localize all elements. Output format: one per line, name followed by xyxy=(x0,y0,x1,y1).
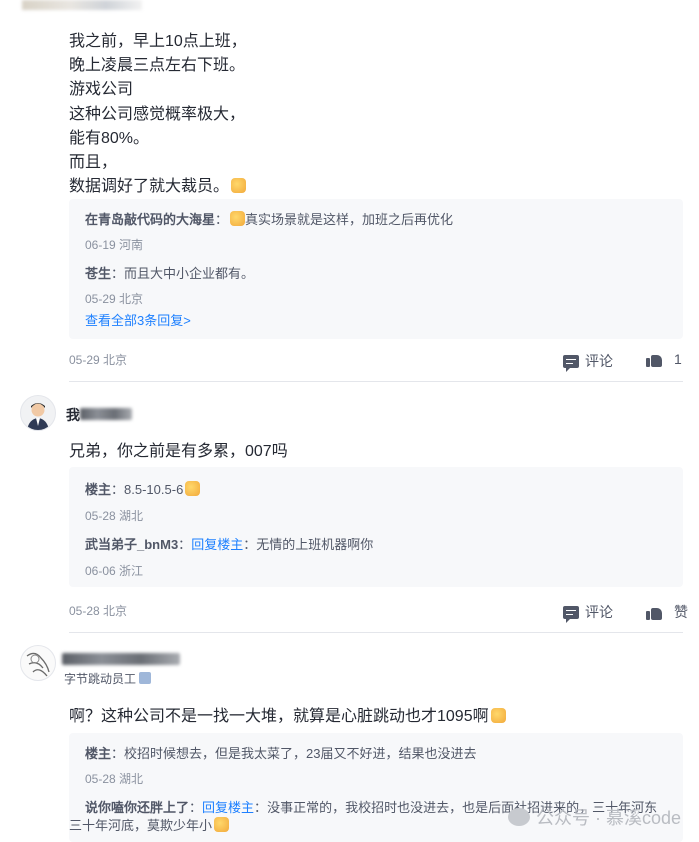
watermark: 公众号 · 慕溪code xyxy=(507,804,681,830)
reply-meta: 06-06 浙江 xyxy=(85,564,144,578)
emoji-icon xyxy=(214,817,230,832)
reply-text-continued: 三十年河底，莫欺少年小 xyxy=(69,818,213,833)
like-button[interactable]: 1 xyxy=(646,351,682,367)
comment-icon xyxy=(563,605,579,623)
like-icon xyxy=(646,352,662,367)
like-count: 1 xyxy=(674,351,682,367)
post-3-content: 啊？这种公司不是一找一大堆，就算是心脏跳动也才1095啊 xyxy=(69,702,506,726)
post-2-content: 兄弟，你之前是有多累，007吗 xyxy=(69,443,288,460)
post-1-line: 游戏公司 xyxy=(69,81,134,99)
reply-author[interactable]: 说你嗑你还胖上了 xyxy=(85,800,189,815)
post-meta: 05-29 北京 xyxy=(69,353,128,367)
reply-text: 而且大中小企业都有。 xyxy=(124,266,255,281)
avatar[interactable] xyxy=(20,395,56,431)
reply-text: 校招时候想去，但是我太菜了，23届又不好进，结果也没进去 xyxy=(124,746,477,761)
post-1-line-last: 数据调好了就大裁员。 xyxy=(69,175,247,199)
reply-item: 楼主：校招时候想去，但是我太菜了，23届又不好进，结果也没进去 xyxy=(85,746,477,761)
user-title-badge: 字节跳动员工 xyxy=(64,670,152,687)
divider xyxy=(69,381,683,382)
reply-author[interactable]: 楼主 xyxy=(85,746,111,761)
post-1-line: 能有80%。 xyxy=(69,129,150,147)
divider xyxy=(69,632,683,633)
post-1-line: 而且， xyxy=(69,154,118,172)
post-1-line: 这种公司感觉概率极大， xyxy=(69,105,246,123)
reply-author[interactable]: 在青岛敲代码的大海星 xyxy=(85,212,215,227)
reply-text: 无情的上班机器啊你 xyxy=(256,537,374,552)
reply-author[interactable]: 苍生 xyxy=(85,266,111,281)
comment-icon xyxy=(563,354,579,372)
reply-item-continued: 三十年河底，莫欺少年小 xyxy=(69,815,230,834)
verified-icon xyxy=(139,672,152,684)
reply-item: 楼主：8.5-10.5-6 xyxy=(85,479,201,498)
comment-button[interactable]: 评论 xyxy=(563,351,613,372)
blurred-username xyxy=(80,408,132,420)
reply-to-link[interactable]: 回复楼主 xyxy=(191,537,243,552)
reply-meta: 06-19 河南 xyxy=(85,238,144,252)
reply-meta: 05-28 湖北 xyxy=(85,509,144,523)
post-meta: 05-28 北京 xyxy=(69,604,128,618)
like-icon xyxy=(646,605,662,620)
emoji-icon xyxy=(185,481,201,496)
view-all-replies-link[interactable]: 查看全部3条回复> xyxy=(85,310,191,329)
wechat-icon xyxy=(507,808,530,826)
like-label: 赞 xyxy=(674,604,688,620)
reply-box-1: 在青岛敲代码的大海星： 真实场景就是这样，加班之后再优化 06-19 河南 苍生：… xyxy=(69,199,683,339)
blurred-username-top xyxy=(22,0,142,10)
username[interactable]: 我 xyxy=(66,405,80,425)
emoji-icon xyxy=(231,178,247,194)
reply-meta: 05-29 北京 xyxy=(85,292,144,306)
reply-item: 在青岛敲代码的大海星： 真实场景就是这样，加班之后再优化 xyxy=(85,211,454,227)
reply-meta: 05-28 湖北 xyxy=(85,772,144,786)
reply-item: 武当弟子_bnM3：回复楼主：无情的上班机器啊你 xyxy=(85,537,374,552)
post-1-line: 晚上凌晨三点左右下班。 xyxy=(69,57,246,75)
reply-item: 苍生：而且大中小企业都有。 xyxy=(85,266,255,281)
emoji-icon xyxy=(230,211,246,226)
reply-text: 真实场景就是这样，加班之后再优化 xyxy=(245,212,454,227)
reply-author[interactable]: 武当弟子_bnM3 xyxy=(85,537,178,552)
comment-label: 评论 xyxy=(585,604,613,620)
blurred-username xyxy=(62,653,180,665)
like-button[interactable]: 赞 xyxy=(646,602,688,622)
avatar[interactable] xyxy=(20,645,56,681)
reply-box-2: 楼主：8.5-10.5-6 05-28 湖北 武当弟子_bnM3：回复楼主：无情… xyxy=(69,467,683,587)
reply-to-link[interactable]: 回复楼主 xyxy=(202,800,254,815)
post-1-content: 我之前，早上10点上班， 晚上凌晨三点左右下班。 游戏公司 这种公司感觉概率极大… xyxy=(69,30,247,199)
reply-author[interactable]: 楼主 xyxy=(85,482,111,497)
comment-label: 评论 xyxy=(585,353,613,369)
comment-button[interactable]: 评论 xyxy=(563,602,613,623)
emoji-icon xyxy=(490,708,506,723)
reply-text: 8.5-10.5-6 xyxy=(124,482,184,497)
post-1-line: 我之前，早上10点上班， xyxy=(69,33,247,50)
